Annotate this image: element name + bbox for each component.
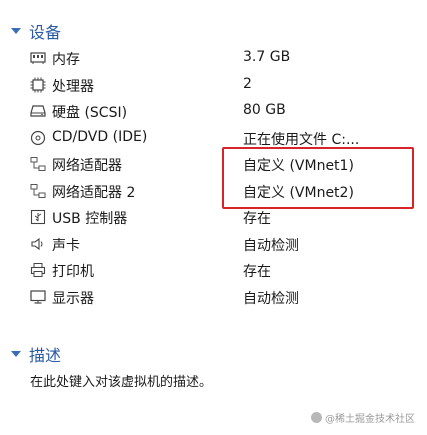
device-name: 内存 [52, 52, 80, 68]
watermark-logo-icon [311, 412, 322, 423]
device-name: 打印机 [52, 264, 94, 280]
device-name: 网络适配器 [52, 158, 122, 174]
chevron-down-icon[interactable] [11, 351, 21, 357]
device-row-hard-disk[interactable]: 硬盘 (SCSI) 80 GB [0, 98, 427, 125]
device-name: 显示器 [52, 290, 94, 307]
device-row-memory[interactable]: 内存 3.7 GB [0, 45, 427, 72]
device-value: 自动检测 [243, 290, 299, 307]
network-adapter-icon [30, 156, 46, 172]
highlight-annotation-box [222, 147, 414, 209]
sound-card-icon [30, 236, 46, 252]
device-value: 80 GB [243, 102, 286, 118]
device-name: 声卡 [52, 237, 80, 254]
device-value: 自动检测 [243, 237, 299, 254]
device-name: 硬盘 (SCSI) [52, 105, 128, 121]
processor-icon [30, 77, 46, 93]
usb-icon [30, 209, 46, 225]
device-value: 正在使用文件 C:... [243, 131, 360, 148]
description-section-header[interactable]: 描述 [0, 341, 61, 367]
description-section-title: 描述 [29, 346, 62, 365]
network-adapter-icon [30, 183, 46, 199]
watermark-text: @稀土掘金技术社区 [325, 414, 415, 425]
device-name: USB 控制器 [52, 211, 128, 227]
device-name: 网络适配器 2 [52, 184, 136, 201]
devices-section-title: 设备 [29, 23, 62, 42]
cd-dvd-icon [30, 130, 46, 146]
hard-disk-icon [30, 103, 46, 119]
device-value: 存在 [243, 211, 271, 227]
printer-icon [30, 262, 46, 278]
device-name: CD/DVD (IDE) [52, 128, 148, 145]
device-row-processor[interactable]: 处理器 2 [0, 72, 427, 99]
device-name: 处理器 [52, 78, 94, 95]
chevron-down-icon[interactable] [11, 28, 21, 34]
device-row-sound-card[interactable]: 声卡 自动检测 [0, 231, 427, 258]
display-icon [30, 289, 46, 305]
memory-icon [30, 50, 46, 66]
device-value: 存在 [243, 264, 271, 280]
watermark: @稀土掘金技术社区 [311, 410, 415, 425]
device-row-printer[interactable]: 打印机 存在 [0, 257, 427, 284]
description-input[interactable]: 在此处键入对该虚拟机的描述。 [30, 371, 212, 390]
device-value: 2 [243, 75, 252, 92]
devices-section-header[interactable]: 设备 [0, 18, 61, 44]
device-row-display[interactable]: 显示器 自动检测 [0, 284, 427, 311]
device-value: 3.7 GB [243, 49, 291, 65]
